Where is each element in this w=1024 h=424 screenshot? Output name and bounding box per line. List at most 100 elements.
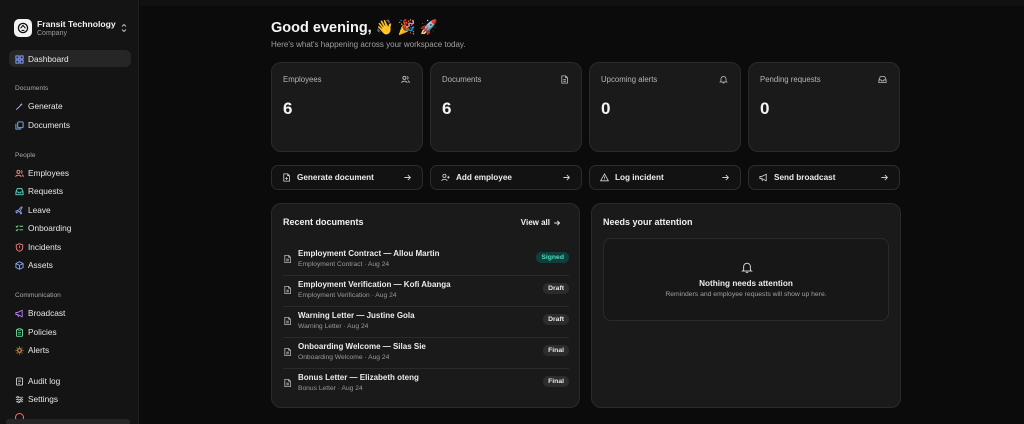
attention-panel: Needs your attention Nothing needs atten… — [591, 203, 901, 408]
list-item[interactable]: Bonus Letter — Elizabeth oteng Bonus Let… — [283, 369, 569, 400]
inbox-icon — [878, 76, 887, 84]
users-icon — [15, 169, 24, 177]
document-title: Warning Letter — Justine Gola — [298, 311, 415, 320]
log-incident-button[interactable]: Log incident — [589, 165, 741, 190]
sidebar-item-label: Alerts — [28, 345, 50, 355]
dashboard-icon — [15, 54, 24, 64]
stat-card-pending-requests[interactable]: Pending requests 0 — [748, 62, 900, 152]
sidebar-item-assets[interactable]: Assets — [15, 259, 53, 271]
view-all-label: View all — [520, 218, 550, 227]
status-badge: Draft — [543, 314, 569, 325]
panel-title: Recent documents — [283, 217, 364, 227]
send-broadcast-button[interactable]: Send broadcast — [748, 165, 900, 190]
top-strip — [140, 0, 1024, 6]
document-title: Onboarding Welcome — Silas Sie — [298, 342, 426, 351]
sidebar-item-leave[interactable]: Leave — [15, 204, 51, 216]
sidebar-item-dashboard[interactable]: Dashboard — [15, 53, 69, 65]
file-plus-icon — [283, 173, 290, 182]
stat-label: Documents — [442, 75, 482, 84]
list-item[interactable]: Employment Contract — Allou Martin Emplo… — [283, 245, 569, 276]
stat-card-documents[interactable]: Documents 6 — [430, 62, 582, 152]
sidebar-item-label: Generate — [28, 101, 63, 111]
sidebar-item-incidents[interactable]: Incidents — [15, 241, 61, 253]
stat-label: Pending requests — [760, 75, 821, 84]
stat-value: 0 — [760, 99, 770, 118]
recent-documents-panel: Recent documents View all Employment Con… — [271, 203, 580, 408]
sidebar-item-employees[interactable]: Employees — [15, 167, 69, 179]
sidebar-item-label: Dashboard — [28, 54, 69, 64]
sidebar-item-label: Settings — [28, 394, 58, 404]
list-item[interactable]: Onboarding Welcome — Silas Sie Onboardin… — [283, 338, 569, 369]
section-communication: Communication — [15, 292, 61, 299]
file-icon — [284, 378, 291, 388]
file-icon — [561, 75, 568, 84]
action-label: Generate document — [297, 173, 374, 182]
action-label: Add employee — [456, 173, 512, 182]
list-item[interactable]: Employment Verification — Kofi Abanga Em… — [283, 276, 569, 307]
document-title: Employment Contract — Allou Martin — [298, 249, 440, 258]
arrow-right-icon — [881, 174, 889, 181]
add-employee-button[interactable]: Add employee — [430, 165, 582, 190]
box-icon — [15, 260, 24, 270]
status-badge: Final — [543, 376, 569, 387]
sidebar-item-label: Leave — [28, 205, 51, 215]
sidebar-item-label: Audit log — [28, 376, 61, 386]
sidebar-item-broadcast[interactable]: Broadcast — [15, 307, 65, 319]
bell-icon — [741, 262, 753, 273]
arrow-right-icon — [404, 174, 412, 181]
org-switcher[interactable]: Fransit Technology Company — [14, 17, 128, 39]
document-meta: Bonus Letter · Aug 24 — [298, 385, 363, 392]
document-meta: Warning Letter · Aug 24 — [298, 323, 369, 330]
sidebar-item-label: Employees — [28, 168, 70, 178]
chevron-up-down-icon — [121, 23, 127, 33]
sliders-icon — [15, 395, 24, 403]
generate-document-button[interactable]: Generate document — [271, 165, 423, 190]
document-meta: Employment Verification · Aug 24 — [298, 292, 397, 299]
document-meta: Onboarding Welcome · Aug 24 — [298, 354, 390, 361]
sidebar-item-label: Assets — [28, 260, 53, 270]
stat-value: 0 — [601, 99, 611, 118]
file-icon — [284, 254, 291, 264]
sidebar-item-documents[interactable]: Documents — [15, 119, 70, 131]
org-logo-icon — [14, 19, 32, 37]
section-people: People — [15, 152, 36, 159]
action-label: Log incident — [615, 173, 664, 182]
document-title: Bonus Letter — Elizabeth oteng — [298, 373, 419, 382]
status-badge: Signed — [536, 252, 569, 263]
page-subtitle: Here's what's happening across your work… — [271, 40, 466, 49]
sidebar-item-audit-log[interactable]: Audit log — [15, 375, 60, 387]
megaphone-icon — [759, 173, 767, 182]
file-icon — [284, 285, 291, 295]
sidebar-item-label: Policies — [28, 327, 57, 337]
stat-label: Upcoming alerts — [601, 75, 658, 84]
user-plus-icon — [441, 173, 450, 182]
document-meta: Employment Contract · Aug 24 — [298, 261, 390, 268]
sidebar-item-alerts[interactable]: Alerts — [15, 344, 49, 356]
sidebar: Fransit Technology Company Dashboard Doc… — [0, 0, 139, 424]
copy-icon — [15, 120, 24, 130]
page-title: Good evening, 👋 🎉 🚀 — [271, 20, 438, 36]
warning-icon — [600, 173, 609, 182]
arrow-right-icon — [554, 219, 561, 226]
sidebar-item-label: Documents — [28, 120, 70, 130]
file-icon — [284, 347, 291, 357]
sidebar-item-onboarding[interactable]: Onboarding — [15, 222, 71, 234]
sidebar-item-settings[interactable]: Settings — [15, 393, 58, 405]
sidebar-item-requests[interactable]: Requests — [15, 185, 63, 197]
sidebar-item-generate[interactable]: Generate — [15, 100, 63, 112]
sidebar-scrollbar[interactable] — [6, 419, 130, 424]
list-item[interactable]: Warning Letter — Justine Gola Warning Le… — [283, 307, 569, 338]
view-all-link[interactable]: View all — [521, 218, 561, 227]
sidebar-item-label: Broadcast — [28, 308, 66, 318]
sidebar-item-label: Onboarding — [28, 223, 72, 233]
status-badge: Draft — [543, 283, 569, 294]
list-checks-icon — [15, 224, 24, 231]
action-label: Send broadcast — [774, 173, 836, 182]
stat-value: 6 — [283, 99, 293, 118]
sidebar-item-policies[interactable]: Policies — [15, 326, 57, 338]
stat-card-upcoming-alerts[interactable]: Upcoming alerts 0 — [589, 62, 741, 152]
megaphone-icon — [15, 309, 23, 317]
file-icon — [284, 316, 291, 326]
scroll-icon — [15, 376, 24, 386]
stat-card-employees[interactable]: Employees 6 — [271, 62, 423, 152]
